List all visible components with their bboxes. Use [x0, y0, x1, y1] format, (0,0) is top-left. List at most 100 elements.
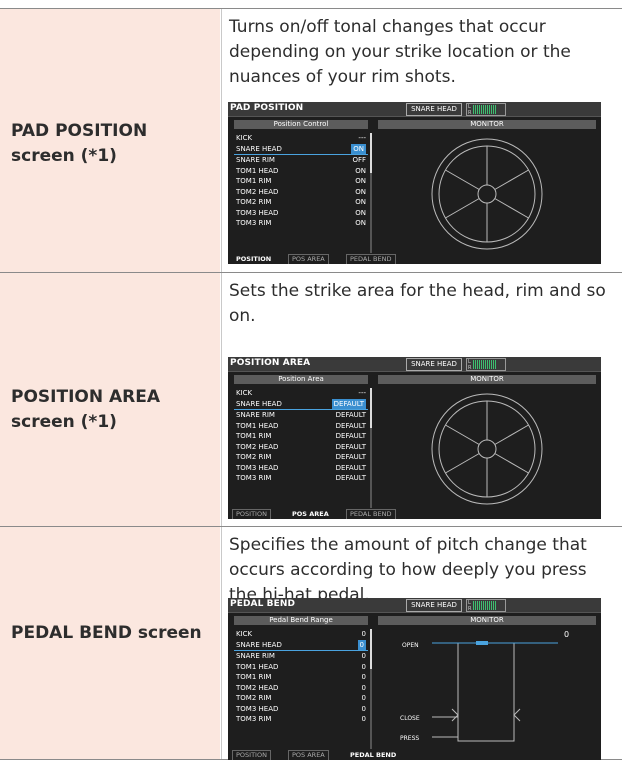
meter-bars — [473, 105, 497, 114]
pad-name: TOM1 RIM — [236, 177, 272, 185]
pad-zone-line — [494, 169, 529, 190]
pad-name: TOM2 RIM — [236, 453, 272, 461]
scrollbar-thumb[interactable] — [370, 629, 372, 669]
pad-value: ON — [351, 143, 366, 154]
device-screen: PEDAL BEND SNARE HEAD L R Pedal Bend Range MO… — [228, 598, 601, 760]
pad-name: TOM3 HEAD — [236, 463, 279, 472]
pad-value: ON — [355, 177, 366, 185]
description-line: Sets the strike area for the head, rim a… — [229, 281, 606, 301]
pedal-close-label: CLOSE — [400, 715, 420, 722]
tab-pedal-bend[interactable]: PEDAL BEND — [346, 750, 400, 760]
meter-label-r: R — [468, 365, 472, 371]
tab-position[interactable]: POSITION — [232, 509, 271, 519]
meter-bars — [473, 601, 497, 610]
pad-list-item[interactable]: TOM3 HEAD DEFAULT — [234, 463, 368, 474]
meter-labels: LR — [468, 104, 471, 116]
pad-value: 0 — [361, 704, 366, 713]
pad-list-item[interactable]: SNARE HEAD ON — [234, 143, 368, 155]
pad-name: KICK — [236, 134, 253, 142]
row-label-line: screen (*1) — [11, 146, 117, 166]
meter-label-r: R — [468, 110, 472, 116]
list-scrollbar[interactable] — [370, 388, 372, 508]
device-screen: POSITION AREA SNARE HEAD L R Position Area MO… — [228, 357, 601, 519]
monitor-panel — [378, 133, 596, 253]
pad-list-item[interactable]: KICK 0 — [234, 629, 368, 640]
pad-value: 0 — [361, 662, 366, 671]
pad-list-item[interactable]: TOM2 HEAD DEFAULT — [234, 442, 368, 453]
screen-tabs: POSITION POS AREA PEDAL BEND — [228, 750, 601, 760]
pad-list-item[interactable]: SNARE RIM DEFAULT — [234, 410, 368, 421]
device-screen: PAD POSITION SNARE HEAD L R Position Control… — [228, 102, 601, 264]
pad-list-item[interactable]: TOM3 RIM 0 — [234, 714, 368, 725]
pad-name: TOM2 RIM — [236, 198, 272, 206]
pad-list-item[interactable]: TOM1 HEAD DEFAULT — [234, 421, 368, 432]
pad-list-item[interactable]: TOM3 HEAD ON — [234, 208, 368, 219]
list-scrollbar[interactable] — [370, 133, 372, 253]
pad-name: KICK — [236, 630, 253, 638]
pad-list-item[interactable]: SNARE HEAD DEFAULT — [234, 398, 368, 410]
level-meter: LR — [466, 358, 506, 371]
pad-zone-line — [494, 424, 529, 445]
pad-list-item[interactable]: KICK --- — [234, 133, 368, 144]
tab-pos-area[interactable]: POS AREA — [288, 509, 333, 519]
pad-value: 0 — [361, 683, 366, 692]
pad-list[interactable]: KICK --- SNARE HEAD ON SNARE RIM OFF TOM1 HEAD… — [234, 133, 368, 229]
pad-list-item[interactable]: TOM1 HEAD ON — [234, 166, 368, 177]
tab-pedal-bend[interactable]: PEDAL BEND — [346, 254, 396, 264]
tab-pedal-bend[interactable]: PEDAL BEND — [346, 509, 396, 519]
pad-list[interactable]: KICK 0 SNARE HEAD 0 SNARE RIM 0 TOM1 HEAD 0 TOM1… — [234, 629, 368, 725]
row-label-cell: PEDAL BEND screen — [0, 527, 220, 759]
pedal-indicator — [476, 641, 488, 645]
pad-list-item[interactable]: SNARE RIM 0 — [234, 651, 368, 662]
pad-list-item[interactable]: TOM3 RIM DEFAULT — [234, 473, 368, 484]
meter-labels: LR — [468, 359, 471, 371]
pad-name: TOM3 HEAD — [236, 208, 279, 217]
pad-value: ON — [355, 198, 366, 206]
pad-zone-line — [445, 198, 480, 219]
screen-title-bar: PAD POSITION SNARE HEAD L R — [228, 102, 601, 117]
pad-list-item[interactable]: TOM1 RIM 0 — [234, 672, 368, 683]
row-content-cell: Turns on/off tonal changes that occur dep… — [221, 9, 622, 273]
tab-pos-area[interactable]: POS AREA — [288, 254, 329, 264]
row-content-cell: Specifies the amount of pitch change tha… — [221, 527, 622, 760]
instrument-indicator: SNARE HEAD — [406, 358, 462, 371]
pad-name: TOM2 HEAD — [236, 187, 279, 196]
table-row: PEDAL BEND screen Specifies the amount of… — [0, 526, 622, 760]
pad-zone-line — [494, 198, 529, 219]
list-scrollbar[interactable] — [370, 629, 372, 749]
pad-name: TOM1 HEAD — [236, 662, 279, 671]
tab-pos-area[interactable]: POS AREA — [288, 750, 329, 760]
pad-list-item[interactable]: TOM1 RIM ON — [234, 176, 368, 187]
tab-position[interactable]: POSITION — [232, 750, 271, 760]
pad-list-item[interactable]: TOM2 RIM 0 — [234, 693, 368, 704]
scrollbar-thumb[interactable] — [370, 388, 372, 428]
pad-list-item[interactable]: TOM1 HEAD 0 — [234, 662, 368, 673]
pad-name: SNARE HEAD — [236, 399, 282, 408]
pad-list-item[interactable]: TOM2 RIM DEFAULT — [234, 452, 368, 463]
tab-position[interactable]: POSITION — [232, 254, 275, 264]
pad-list-item[interactable]: TOM2 RIM ON — [234, 197, 368, 208]
pad-list-item[interactable]: TOM3 HEAD 0 — [234, 704, 368, 715]
pad-name: TOM1 RIM — [236, 673, 272, 681]
pad-list-item[interactable]: TOM2 HEAD ON — [234, 187, 368, 198]
pad-list-item[interactable]: SNARE HEAD 0 — [234, 639, 368, 651]
pad-list-item[interactable]: TOM2 HEAD 0 — [234, 683, 368, 694]
monitor-header: MONITOR — [378, 616, 596, 625]
row-label-cell: POSITION AREA screen (*1) — [0, 273, 220, 527]
pad-value: ON — [355, 208, 366, 217]
pad-list[interactable]: KICK --- SNARE HEAD DEFAULT SNARE RIM DEFAULT… — [234, 388, 368, 484]
screen-tabs: POSITION POS AREA PEDAL BEND — [228, 509, 601, 519]
scrollbar-thumb[interactable] — [370, 133, 372, 173]
monitor-panel — [378, 388, 596, 508]
pad-list-item[interactable]: TOM1 RIM DEFAULT — [234, 431, 368, 442]
pad-list-item[interactable]: SNARE RIM OFF — [234, 155, 368, 166]
row-label-line: PAD POSITION — [11, 121, 148, 141]
pad-list-item[interactable]: KICK --- — [234, 388, 368, 399]
row-label: PEDAL BEND screen — [11, 621, 202, 646]
monitor-header: MONITOR — [378, 375, 596, 384]
monitor-header: MONITOR — [378, 120, 596, 129]
screen-tabs: POSITION POS AREA PEDAL BEND — [228, 254, 601, 264]
pad-list-item[interactable]: TOM3 RIM ON — [234, 218, 368, 229]
pad-value: 0 — [361, 694, 366, 702]
table-row: POSITION AREA screen (*1) Sets the strike … — [0, 272, 622, 527]
